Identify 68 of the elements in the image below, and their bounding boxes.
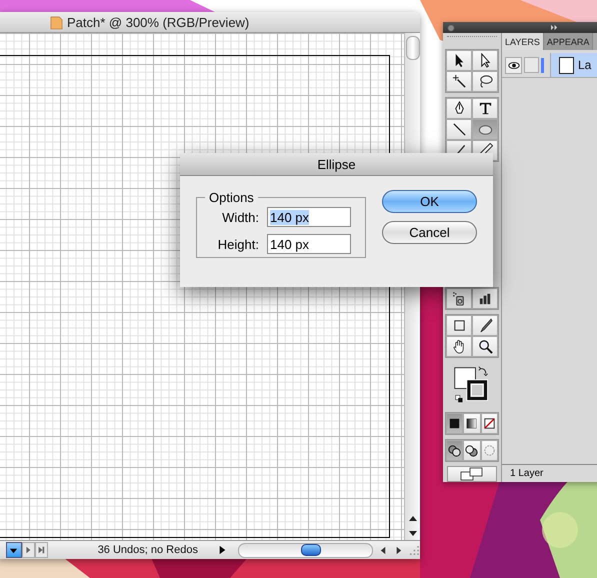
bar-chart-icon (478, 291, 492, 306)
circles-icon (464, 443, 480, 458)
eye-icon (508, 60, 520, 70)
tool-button[interactable] (446, 315, 472, 336)
layer-count: 1 Layer (510, 468, 544, 479)
document-icon (50, 14, 63, 30)
magnifier-icon (478, 339, 492, 354)
circles-icon (482, 443, 497, 458)
tool-button[interactable] (472, 315, 498, 336)
close-icon[interactable] (447, 24, 455, 32)
field-label: Width: (221, 210, 259, 224)
tool-button[interactable] (463, 413, 481, 434)
ok-button[interactable]: OK (382, 190, 477, 213)
double-chevron-icon[interactable] (550, 24, 559, 31)
tool-button[interactable] (446, 336, 472, 358)
wand-icon (452, 74, 466, 89)
cancel-button[interactable]: Cancel (382, 221, 477, 244)
circles-icon (447, 443, 462, 458)
tool-button[interactable] (463, 440, 481, 461)
tool-button[interactable] (472, 288, 498, 310)
scroll-thumb[interactable] (406, 36, 420, 60)
tool-button[interactable] (472, 50, 498, 71)
tool-button[interactable] (446, 288, 472, 310)
panel-tab[interactable]: LAYERS (502, 33, 544, 50)
tool-button[interactable] (446, 98, 472, 119)
visibility-toggle[interactable] (505, 56, 522, 74)
gradient-square-icon (464, 416, 480, 431)
next-artboard-button[interactable] (22, 542, 35, 558)
hand-icon (452, 339, 466, 354)
resize-grip-icon[interactable] (409, 544, 420, 556)
layer-name: La (578, 58, 592, 72)
tool-button[interactable] (446, 70, 472, 92)
tool-button[interactable] (480, 413, 498, 434)
skip-end-icon (37, 546, 46, 554)
tool-button[interactable] (446, 413, 464, 434)
last-artboard-button[interactable] (34, 542, 48, 558)
status-text: 36 Undos; no Redos (98, 544, 199, 556)
lock-toggle[interactable] (524, 57, 539, 73)
horizontal-scrollbar[interactable] (238, 542, 374, 558)
tool-button[interactable] (446, 50, 472, 71)
input-field[interactable]: 140 px (267, 207, 351, 227)
window-title: Patch* @ 300% (RGB/Preview) (67, 14, 250, 30)
field-label: Height: (216, 236, 259, 252)
tool-button[interactable] (446, 440, 464, 461)
artboard-dropdown[interactable] (6, 542, 22, 558)
windows-icon (460, 467, 484, 481)
layer-thumbnail (559, 56, 574, 74)
knife-icon (478, 318, 492, 334)
tool-button[interactable] (472, 98, 498, 119)
tool-button[interactable] (472, 70, 498, 92)
input-field[interactable]: 140 px (267, 234, 351, 254)
layer-row[interactable]: La (550, 53, 597, 77)
scroll-down-icon[interactable] (408, 528, 418, 538)
layer-color-bar (541, 58, 544, 72)
tool-button[interactable] (446, 118, 472, 140)
square-icon (452, 318, 466, 334)
tool-button[interactable] (472, 336, 498, 358)
play-icon[interactable] (218, 545, 226, 555)
letter-icon (478, 100, 492, 116)
scroll-up-icon[interactable] (408, 514, 418, 524)
screen-mode-button[interactable] (447, 466, 497, 482)
group-label: Options (208, 190, 255, 205)
panel-tab[interactable]: APPEARA (544, 33, 594, 50)
line-icon (452, 122, 466, 137)
dialog-title: Ellipse (317, 156, 356, 172)
spray-can-icon (452, 291, 466, 306)
slashed-square-icon (482, 416, 497, 431)
lasso-icon (478, 74, 492, 89)
